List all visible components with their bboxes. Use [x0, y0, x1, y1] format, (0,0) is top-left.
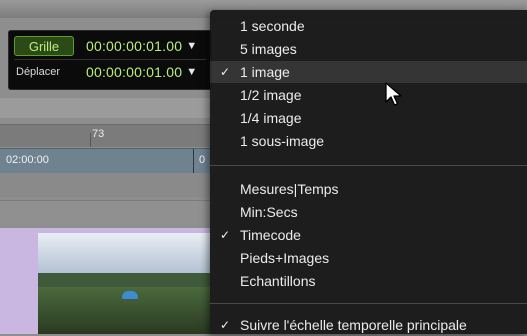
thumbnail-tent	[122, 291, 138, 299]
menu-separator	[210, 303, 527, 304]
mouse-pointer-icon	[385, 82, 402, 106]
nudge-label: Déplacer	[16, 66, 61, 78]
menu-item-1-second[interactable]: 1 seconde	[210, 15, 527, 37]
toolbar-band	[0, 98, 210, 118]
menu-item-1-subframe[interactable]: 1 sous-image	[210, 130, 527, 152]
video-clip-thumbnail[interactable]	[38, 233, 210, 334]
grid-mode-button[interactable]: Grille	[14, 36, 74, 56]
grid-dropdown-icon[interactable]: ▼	[186, 40, 197, 52]
nudge-row: Déplacer 00:00:00:01.00 ▼	[8, 60, 212, 84]
menu-item-label: Min:Secs	[240, 204, 298, 220]
checkmark-icon: ✓	[220, 318, 231, 332]
ruler-marker: 73	[92, 128, 105, 140]
menu-item-label: Mesures|Temps	[240, 181, 339, 197]
nudge-dropdown-icon[interactable]: ▼	[186, 66, 197, 78]
menu-item-label: Suivre l'échelle temporelle principale	[240, 317, 467, 333]
checkmark-icon: ✓	[220, 65, 231, 79]
menu-item-label: Timecode	[240, 227, 301, 243]
menu-item-feet-frames[interactable]: Pieds+Images	[210, 247, 527, 269]
timeline-ruler[interactable]: 73	[0, 124, 210, 147]
menu-item-label: 1 sous-image	[240, 133, 325, 149]
checkmark-icon: ✓	[220, 228, 231, 242]
timecode-ruler[interactable]: 02:00:00 0	[0, 148, 210, 174]
grid-resolution-menu: 1 seconde 5 images ✓ 1 image 1/2 image 1…	[210, 10, 527, 334]
ruler-band	[0, 173, 210, 197]
timecode-ruler-start: 02:00:00	[6, 154, 49, 166]
menu-item-label: 1 seconde	[240, 18, 305, 34]
menu-item-1-frame[interactable]: ✓ 1 image	[210, 61, 527, 83]
menu-item-samples[interactable]: Echantillons	[210, 270, 527, 292]
menu-separator	[210, 165, 527, 166]
menu-item-follow-main-timescale[interactable]: ✓ Suivre l'échelle temporelle principale	[210, 314, 527, 336]
menu-item-timecode[interactable]: ✓ Timecode	[210, 224, 527, 246]
ruler-tick	[90, 133, 91, 147]
menu-item-min-secs[interactable]: Min:Secs	[210, 201, 527, 223]
grid-value[interactable]: 00:00:00:01.00	[86, 38, 182, 54]
menu-item-half-frame[interactable]: 1/2 image	[210, 84, 527, 106]
menu-item-label: 5 images	[240, 41, 297, 57]
menu-item-label: Pieds+Images	[240, 250, 330, 266]
counter-panel: Grille 00:00:00:01.00 ▼ Déplacer 00:00:0…	[8, 30, 212, 90]
menu-item-label: 1/4 image	[240, 110, 302, 126]
menu-item-bars-beats[interactable]: Mesures|Temps	[210, 178, 527, 200]
menu-item-5-frames[interactable]: 5 images	[210, 38, 527, 60]
menu-item-label: 1 image	[240, 64, 290, 80]
timecode-ruler-separator	[193, 149, 194, 173]
nudge-value[interactable]: 00:00:00:01.00	[86, 64, 182, 80]
menu-item-label: Echantillons	[240, 273, 316, 289]
grid-row: Grille 00:00:00:01.00 ▼	[8, 34, 212, 58]
ruler-band-2	[0, 200, 210, 225]
menu-item-quarter-frame[interactable]: 1/4 image	[210, 107, 527, 129]
timecode-ruler-next: 0	[199, 154, 206, 166]
menu-item-label: 1/2 image	[240, 87, 302, 103]
